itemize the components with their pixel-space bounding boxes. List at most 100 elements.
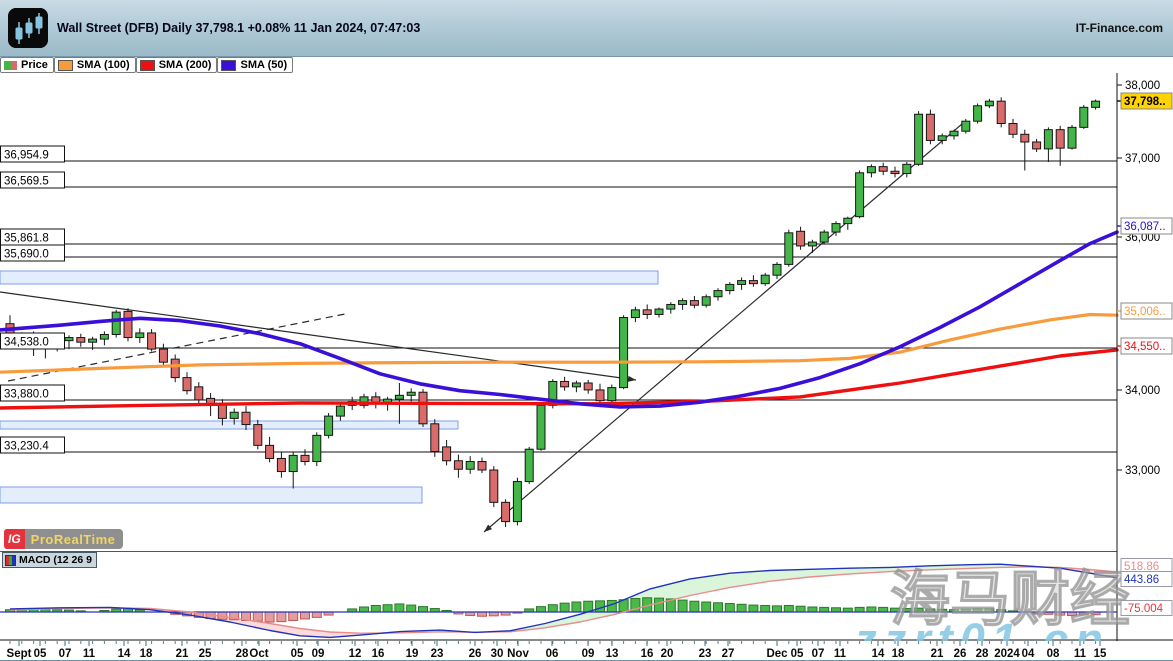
candle-up xyxy=(537,405,545,449)
candle-up xyxy=(620,318,628,388)
candle-up xyxy=(112,312,120,334)
candle-down xyxy=(277,458,285,471)
price-candles-icon xyxy=(4,61,17,70)
candle-up xyxy=(631,310,639,318)
candle-down xyxy=(643,310,651,315)
date-label: Nov xyxy=(507,648,529,660)
candle-up xyxy=(572,383,580,387)
macd-histogram-bar xyxy=(312,612,321,617)
candle-up xyxy=(325,416,333,435)
price-chart-canvas[interactable]: 海马财经zzrt01.cn36,954.936,569.535,861.835,… xyxy=(0,73,1173,660)
date-label: 14 xyxy=(872,648,885,660)
date-label: 11 xyxy=(1074,648,1087,660)
legend-chip-sma100[interactable]: SMA (100) xyxy=(54,57,136,73)
macd-histogram-bar xyxy=(560,603,569,612)
candle-up xyxy=(525,449,533,481)
sma100-swatch-icon xyxy=(58,60,73,71)
macd-histogram-bar xyxy=(690,601,699,612)
candle-down xyxy=(1009,124,1017,135)
candle-down xyxy=(124,311,132,337)
date-label: 07 xyxy=(812,648,825,660)
candle-down xyxy=(431,424,439,452)
legend-chip-label: SMA (200) xyxy=(159,59,212,71)
date-label: 28 xyxy=(976,648,989,660)
date-label: Oct xyxy=(249,648,268,660)
date-label: 16 xyxy=(641,648,654,660)
sr-label: 34,538.0 xyxy=(4,337,49,349)
macd-value-label: 443.86 xyxy=(1124,574,1159,586)
legend-chip-sma50[interactable]: SMA (50) xyxy=(217,57,293,73)
candle-up xyxy=(808,242,816,246)
macd-histogram-bar xyxy=(289,612,298,620)
candle-up xyxy=(820,232,828,242)
legend-chip-macd[interactable]: MACD (12 26 9 xyxy=(2,552,97,568)
candle-down xyxy=(148,333,156,349)
candle-down xyxy=(749,281,757,284)
candle-up xyxy=(1080,107,1088,127)
macd-histogram-bar xyxy=(832,608,841,612)
sr-label: 36,569.5 xyxy=(4,176,49,188)
date-label: 05 xyxy=(34,648,47,660)
date-label: 18 xyxy=(892,648,905,660)
candle-down xyxy=(690,301,698,306)
macd-histogram-bar xyxy=(678,600,687,612)
date-label: 13 xyxy=(606,648,619,660)
date-label: 26 xyxy=(954,648,967,660)
date-label: 11 xyxy=(834,648,847,660)
candle-up xyxy=(655,309,663,314)
candle-up xyxy=(407,392,415,395)
candle-down xyxy=(183,378,191,391)
date-label: 05 xyxy=(791,648,804,660)
macd-legend-label: MACD (12 26 9 xyxy=(19,554,92,566)
macd-histogram-bar xyxy=(265,612,274,622)
candle-up xyxy=(915,114,923,164)
sr-label: 35,690.0 xyxy=(4,249,49,261)
candle-up xyxy=(313,435,321,461)
date-label: 14 xyxy=(118,648,131,660)
candle-up xyxy=(289,455,297,471)
date-label: 27 xyxy=(722,648,735,660)
header-bar: Wall Street (DFB) Daily 37,798.1 +0.08% … xyxy=(0,0,1173,57)
macd-histogram-bar xyxy=(395,604,404,612)
legend-chip-label: Price xyxy=(21,59,48,71)
date-label: 21 xyxy=(176,648,189,660)
legend-chip-price[interactable]: Price xyxy=(0,57,54,73)
prorealtime-logo-text: ProRealTime xyxy=(31,532,116,547)
candle-up xyxy=(65,338,73,341)
candle-down xyxy=(1056,130,1064,148)
macd-histogram-bar xyxy=(761,605,770,612)
candle-up xyxy=(903,164,911,173)
date-label: 15 xyxy=(1094,648,1107,660)
candle-up xyxy=(100,334,108,339)
support-zone xyxy=(0,487,422,503)
macd-histogram-bar xyxy=(808,607,817,612)
candle-down xyxy=(159,349,167,362)
date-label: 05 xyxy=(291,648,304,660)
candle-down xyxy=(254,425,262,446)
candle-up xyxy=(230,412,238,418)
candle-up xyxy=(832,224,840,232)
candle-down xyxy=(77,338,85,343)
date-label: 21 xyxy=(931,648,944,660)
price-marker-label: 37,798.. xyxy=(1124,96,1166,108)
candle-up xyxy=(608,388,616,401)
candle-down xyxy=(1021,134,1029,142)
date-label: 26 xyxy=(469,648,482,660)
date-label: 09 xyxy=(582,648,595,660)
candle-up xyxy=(1092,101,1100,107)
candle-up xyxy=(1044,130,1052,149)
candle-up xyxy=(867,167,875,173)
legend-chip-sma200[interactable]: SMA (200) xyxy=(136,57,218,73)
date-label: 28 xyxy=(236,648,249,660)
sma50-swatch-icon xyxy=(221,60,236,71)
candle-up xyxy=(950,131,958,136)
date-label: 23 xyxy=(699,648,712,660)
macd-histogram-bar xyxy=(855,607,864,612)
chart-area[interactable]: 海马财经zzrt01.cn36,954.936,569.535,861.835,… xyxy=(0,73,1173,660)
price-marker-label: 35,006.. xyxy=(1124,306,1166,318)
candle-up xyxy=(844,218,852,223)
candle-up xyxy=(738,281,746,285)
candle-down xyxy=(419,392,427,424)
date-label: 11 xyxy=(83,648,96,660)
sr-label: 35,861.8 xyxy=(4,233,49,245)
